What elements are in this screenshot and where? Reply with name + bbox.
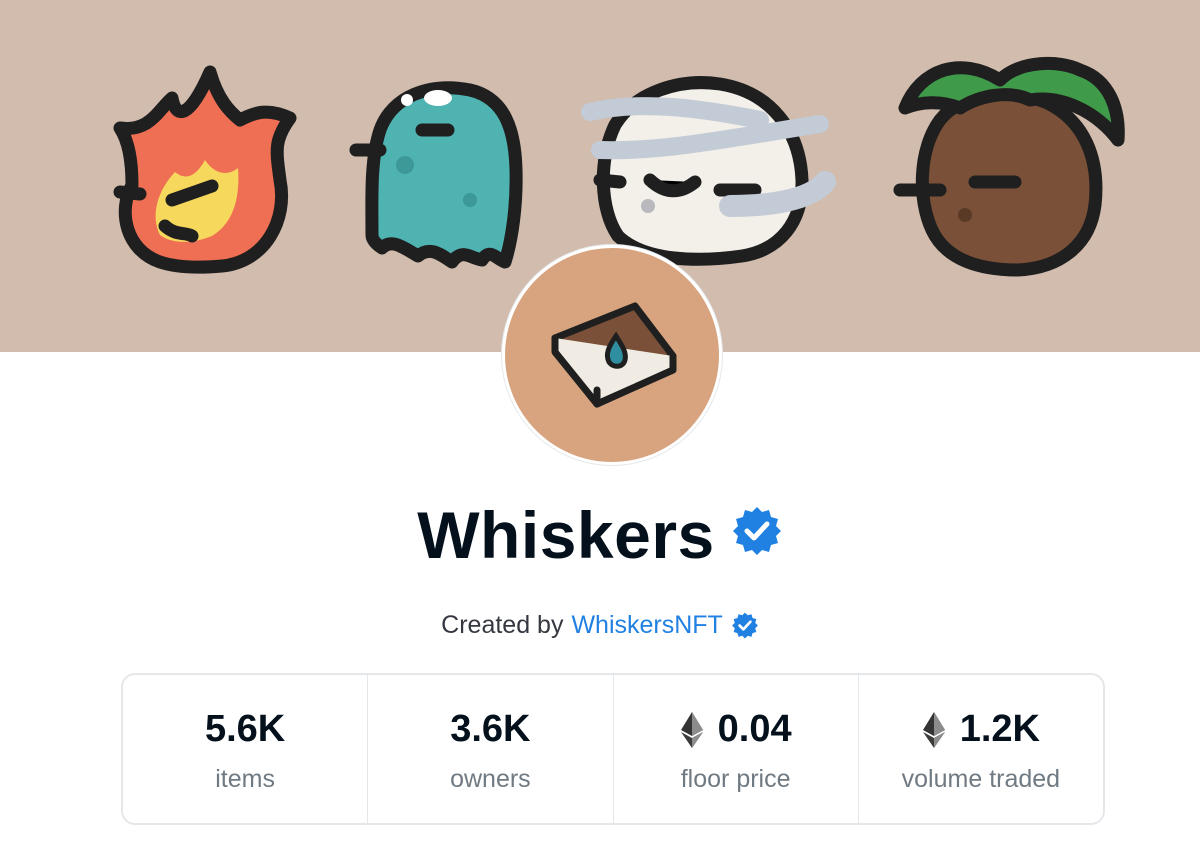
- creator-link[interactable]: WhiskersNFT: [571, 611, 722, 640]
- stat-volume-traded-value: 1.2K: [959, 708, 1041, 750]
- stat-value: 0.04: [680, 705, 792, 755]
- ghost-character-icon: [349, 81, 523, 269]
- creator-row: Created by WhiskersNFT: [0, 605, 1200, 645]
- collection-stats: 5.6K items 3.6K owners 0.04 floor price: [121, 673, 1105, 825]
- stat-owners[interactable]: 3.6K owners: [368, 675, 614, 823]
- stat-floor-price-value: 0.04: [717, 708, 792, 750]
- stat-owners-value: 3.6K: [450, 708, 531, 750]
- stat-floor-price[interactable]: 0.04 floor price: [614, 675, 859, 823]
- stat-owners-label: owners: [450, 764, 531, 793]
- verified-badge-icon: [732, 507, 781, 555]
- stat-value: 3.6K: [450, 705, 530, 755]
- stat-value: 1.2K: [922, 705, 1040, 755]
- collection-title: Whiskers: [417, 498, 715, 572]
- stat-value: 5.6K: [205, 705, 285, 755]
- cloud-character-icon: [581, 76, 836, 266]
- stat-volume-traded[interactable]: 1.2K volume traded: [859, 675, 1103, 823]
- stat-items-label: items: [215, 764, 275, 793]
- ethereum-icon: [922, 711, 945, 748]
- coconut-character-icon: [893, 56, 1125, 277]
- stat-floor-price-label: floor price: [680, 764, 791, 793]
- book-with-water-drop-icon: [551, 302, 677, 408]
- stat-items-value: 5.6K: [204, 708, 286, 750]
- collection-avatar[interactable]: [502, 245, 722, 465]
- creator-verified-badge-icon: [731, 612, 758, 639]
- stat-items[interactable]: 5.6K items: [123, 675, 369, 823]
- creator-prefix: Created by: [441, 610, 564, 639]
- collection-title-row: Whiskers: [0, 495, 1200, 575]
- fire-character-icon: [113, 65, 297, 274]
- stat-volume-traded-label: volume traded: [901, 764, 1061, 793]
- ethereum-icon: [680, 711, 703, 748]
